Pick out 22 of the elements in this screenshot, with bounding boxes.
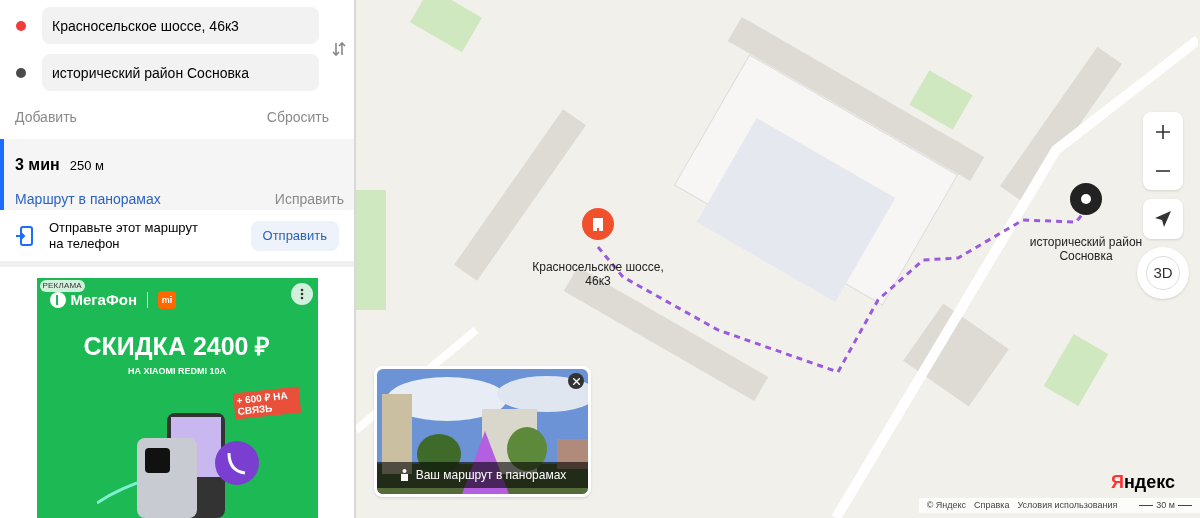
address-field[interactable]: исторический район Сосновка: [42, 54, 319, 91]
partner-logo: mi: [157, 291, 176, 310]
ad-menu-button[interactable]: [290, 283, 313, 305]
brand-logo-icon: [48, 291, 67, 310]
address-field[interactable]: Красносельское шоссе, 46к3: [42, 7, 319, 44]
phone-send-icon: [15, 224, 35, 247]
ad-label: РЕКЛАМА: [39, 280, 85, 292]
send-route-text: Отправьте этот маршрут на телефон: [49, 219, 199, 252]
more-icon: [299, 288, 304, 300]
route-distance: 250 м: [69, 157, 104, 175]
ad-headline: СКИДКА 2400 ₽: [82, 331, 272, 362]
ad-sticker: + 600 ₽ НА СВЯЗЬ: [232, 386, 301, 420]
route-time: 3 мин: [15, 155, 60, 175]
brand-name: МегаФон: [70, 290, 137, 310]
reset-link[interactable]: Сбросить: [266, 107, 329, 128]
route-option-card[interactable]: 3 мин 250 м Маршрут в панорамах Исправить: [0, 139, 354, 210]
send-button[interactable]: Отправить: [250, 220, 339, 251]
swap-button[interactable]: [329, 39, 348, 59]
swap-arrows-icon: [330, 41, 347, 57]
panorama-route-link[interactable]: Маршрут в панорамах: [15, 189, 161, 210]
ad-subline: НА XIAOMI REDMI 10A: [127, 365, 227, 378]
ad-banner[interactable]: РЕКЛАМА МегаФон mi СКИДКА 2400 ₽ НА XIAOMI REDMI 10A + 600 ₽ НА СВЯЗЬ: [36, 278, 318, 518]
